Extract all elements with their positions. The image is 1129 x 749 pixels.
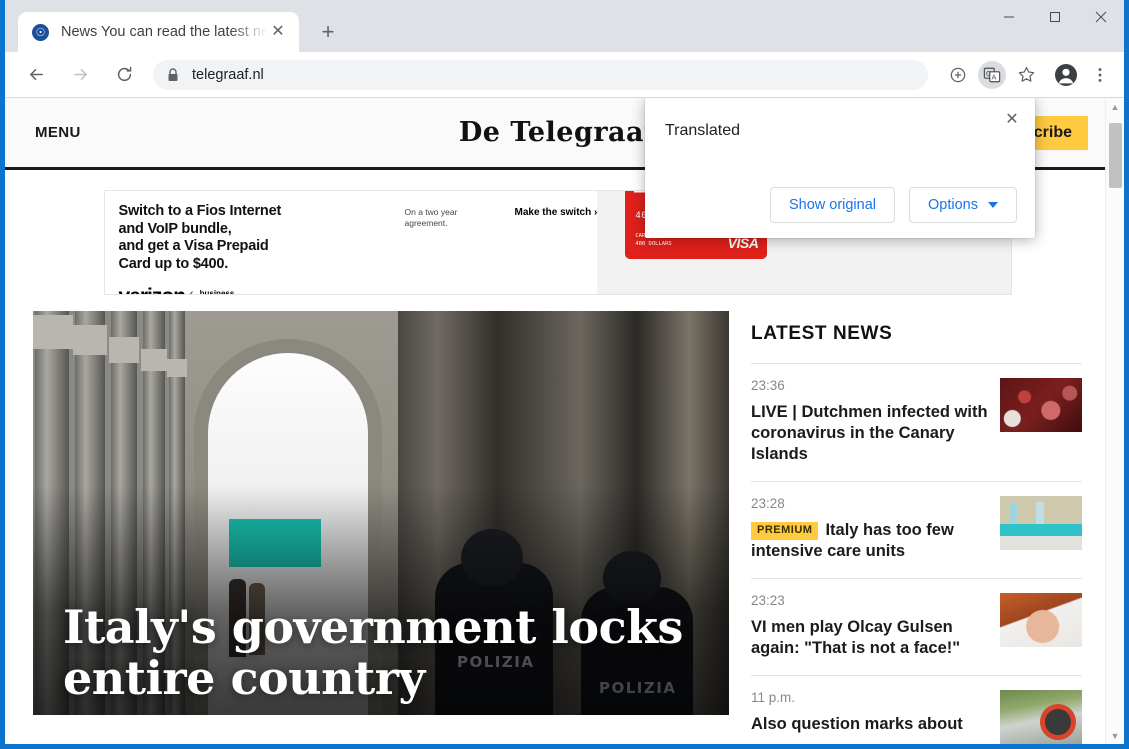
browser-window: ☉ News You can read the latest new ✕ +	[0, 0, 1129, 749]
verizon-tagline: business ready	[200, 290, 235, 295]
show-original-label: Show original	[789, 197, 876, 213]
news-time: 23:36	[751, 378, 988, 393]
translate-popup-actions: Show original Options	[770, 187, 1017, 223]
tab-favicon-icon: ☉	[32, 24, 49, 41]
coronavirus-thumb[interactable]	[1000, 378, 1082, 432]
window-maximize-button[interactable]	[1032, 0, 1078, 34]
new-tab-button[interactable]: +	[313, 17, 343, 47]
hospital-thumb[interactable]	[1000, 496, 1082, 550]
verizon-check-icon: ✓	[183, 287, 196, 295]
url-text: telegraaf.nl	[192, 67, 264, 83]
list-item[interactable]: 23:23 VI men play Olcay Gulsen again: "T…	[751, 579, 1082, 676]
news-title[interactable]: Also question marks about	[751, 714, 988, 735]
hero-photo: POLIZIA POLIZIA Italy's government locks…	[33, 311, 729, 715]
ad-headline: Switch to a Fios Internet and VoIP bundl…	[119, 203, 405, 274]
translate-popup-title: Translated	[665, 122, 740, 140]
page-viewport: MENU De Telegraaf Subscribe Switch to a …	[5, 97, 1124, 744]
hero-article[interactable]: POLIZIA POLIZIA Italy's government locks…	[33, 311, 729, 744]
premium-badge: PREMIUM	[751, 522, 818, 540]
verizon-wordmark: verizon	[119, 285, 186, 295]
ad-fine-print: On a two year agreement.	[405, 191, 515, 294]
news-title[interactable]: VI men play Olcay Gulsen again: "That is…	[751, 617, 988, 659]
list-item[interactable]: 23:28 PREMIUMItaly has too few intensive…	[751, 482, 1082, 579]
window-close-button[interactable]	[1078, 0, 1124, 34]
svg-text:A: A	[991, 72, 996, 81]
close-icon[interactable]: ✕	[997, 104, 1027, 134]
reload-button-icon[interactable]	[109, 60, 139, 90]
add-icon[interactable]	[944, 61, 972, 89]
show-original-button[interactable]: Show original	[770, 187, 895, 223]
verizon-logo: verizon ✓ business ready	[119, 285, 405, 295]
tab-title: News You can read the latest new	[61, 24, 267, 40]
scrollbar-track[interactable]	[1106, 115, 1124, 727]
page-scrollbar[interactable]: ▲ ▼	[1105, 98, 1124, 744]
ad-cta-link[interactable]: Make the switch ›	[515, 191, 598, 294]
more-menu-icon[interactable]	[1086, 61, 1114, 89]
main-content: POLIZIA POLIZIA Italy's government locks…	[5, 311, 1110, 744]
back-button-icon[interactable]	[21, 60, 51, 90]
ad-left-block: Switch to a Fios Internet and VoIP bundl…	[105, 191, 405, 294]
tab-strip: ☉ News You can read the latest new ✕ +	[5, 0, 1124, 52]
forward-button-icon[interactable]	[65, 60, 95, 90]
news-time: 11 p.m.	[751, 690, 988, 705]
hero-headline: Italy's government locks entire country	[63, 602, 689, 705]
tab-close-icon[interactable]: ✕	[267, 21, 289, 43]
news-time: 23:23	[751, 593, 988, 608]
list-item[interactable]: 23:36 LIVE | Dutchmen infected with coro…	[751, 364, 1082, 482]
lock-icon	[167, 68, 179, 82]
address-bar[interactable]: telegraaf.nl	[153, 60, 928, 90]
chevron-down-icon	[988, 202, 998, 208]
news-title[interactable]: LIVE | Dutchmen infected with coronaviru…	[751, 402, 988, 465]
roadside-thumb[interactable]	[1000, 690, 1082, 744]
latest-news-sidebar: LATEST NEWS 23:36 LIVE | Dutchmen infect…	[751, 311, 1082, 744]
browser-tab[interactable]: ☉ News You can read the latest new ✕	[18, 12, 299, 52]
translate-icon[interactable]: G A	[978, 61, 1006, 89]
scrollbar-thumb[interactable]	[1109, 123, 1122, 188]
browser-toolbar: telegraaf.nl G A	[5, 52, 1124, 97]
window-minimize-button[interactable]	[986, 0, 1032, 34]
profile-avatar-icon[interactable]	[1052, 61, 1080, 89]
scroll-down-arrow-icon[interactable]: ▼	[1111, 727, 1120, 744]
scroll-up-arrow-icon[interactable]: ▲	[1111, 98, 1120, 115]
bookmark-star-icon[interactable]	[1012, 61, 1040, 89]
site-menu-button[interactable]: MENU	[35, 124, 81, 141]
sidebar-title: LATEST NEWS	[751, 313, 1082, 364]
news-title[interactable]: PREMIUMItaly has too few intensive care …	[751, 520, 988, 562]
translate-popup: Translated ✕ Show original Options	[645, 98, 1035, 238]
options-button[interactable]: Options	[909, 187, 1017, 223]
news-time: 23:28	[751, 496, 988, 511]
options-label: Options	[928, 197, 978, 213]
portrait-thumb[interactable]	[1000, 593, 1082, 647]
window-controls	[986, 0, 1124, 34]
list-item[interactable]: 11 p.m. Also question marks about	[751, 676, 1082, 744]
